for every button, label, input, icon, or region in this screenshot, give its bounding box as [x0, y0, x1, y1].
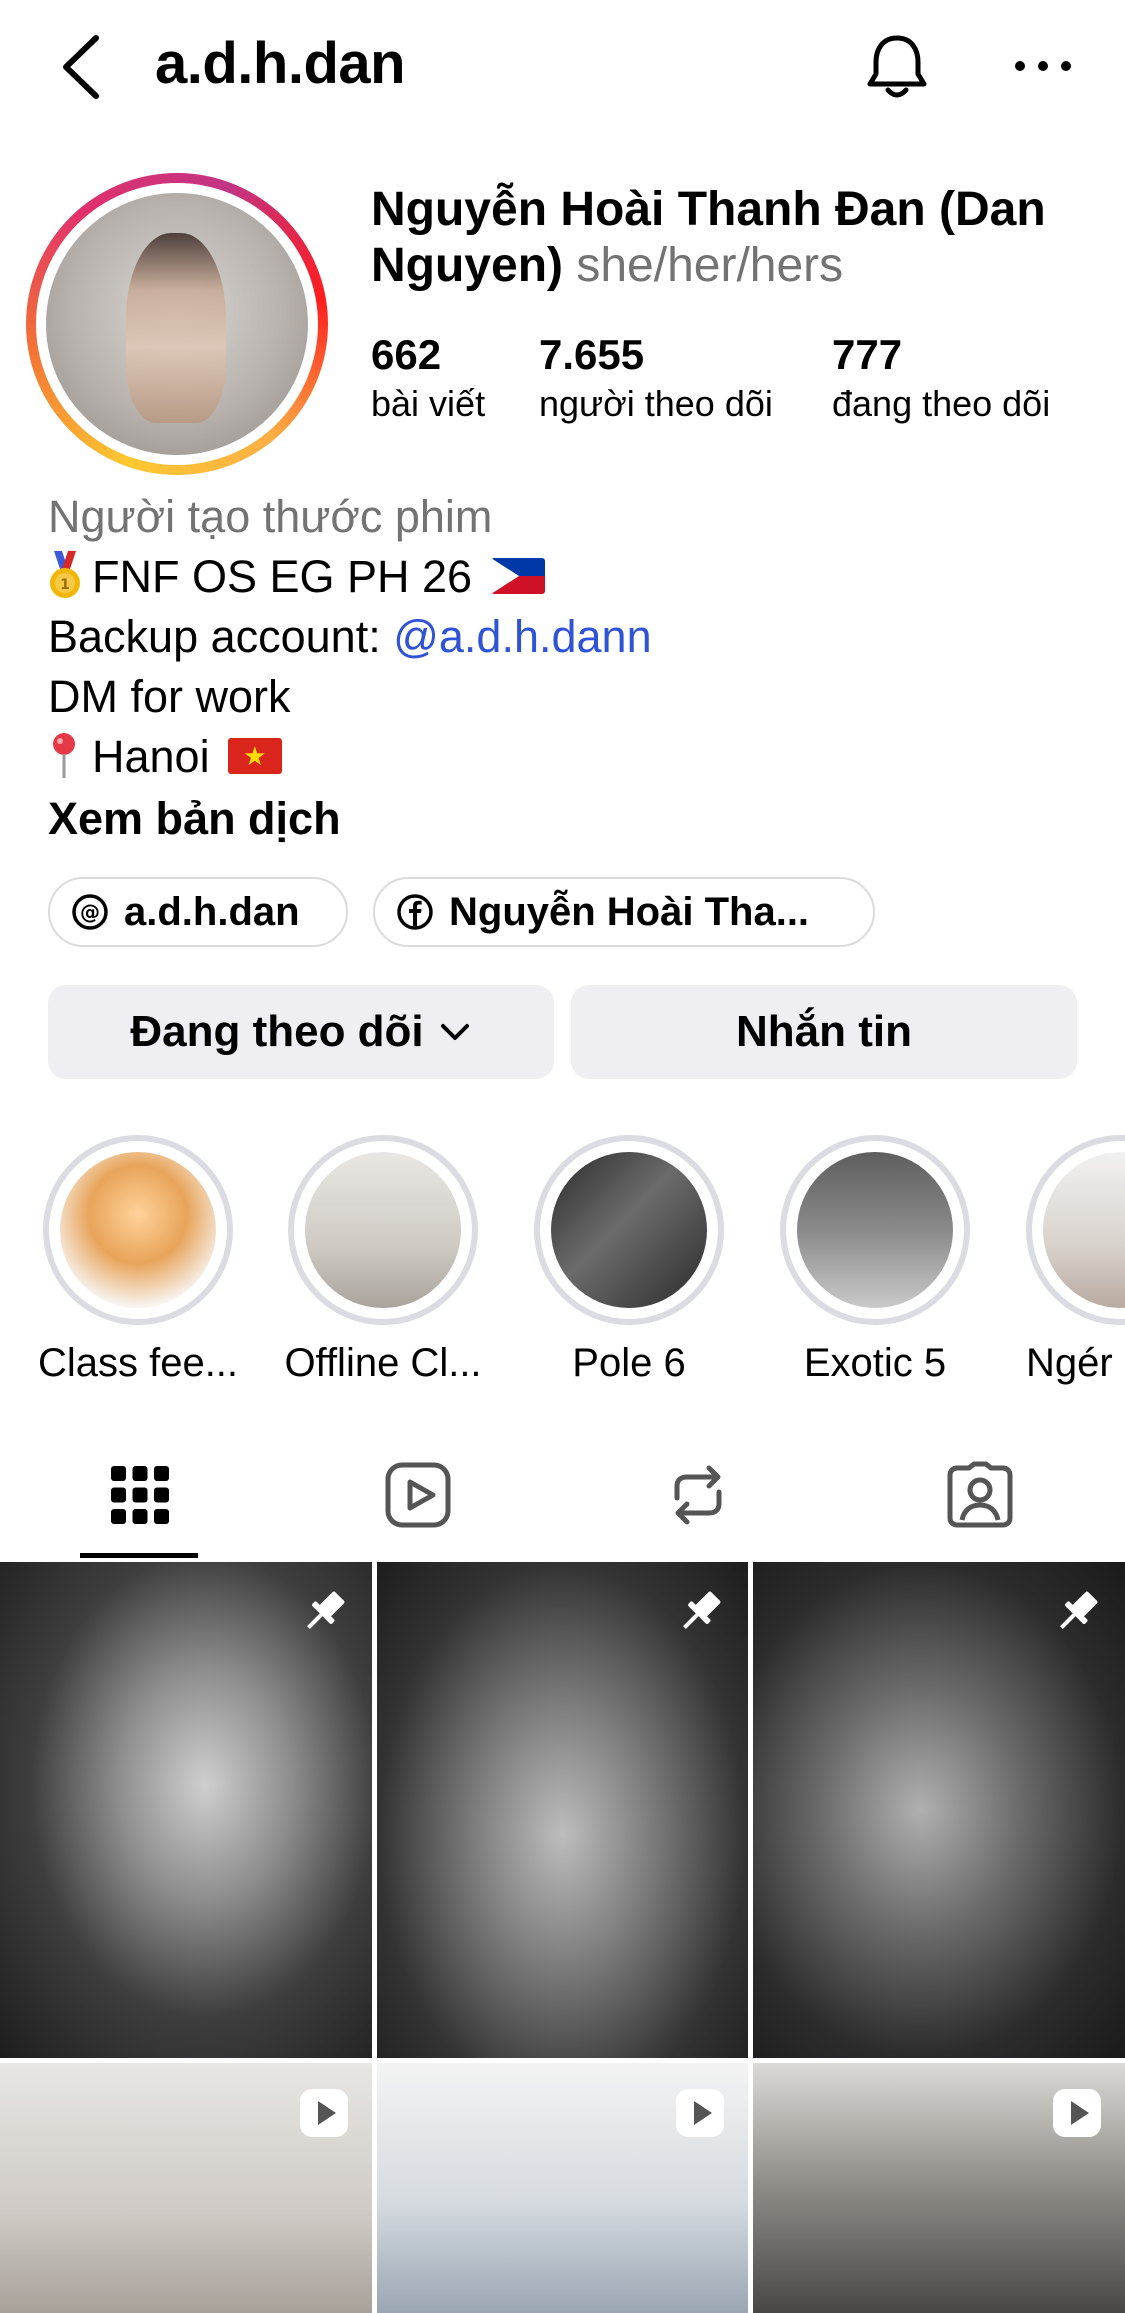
- facebook-link-label: Nguyễn Hoài Tha...: [449, 889, 810, 934]
- bio-line-3: DM for work: [48, 671, 291, 722]
- reels-icon[interactable]: [383, 1460, 453, 1530]
- highlight-item[interactable]: Class fee...: [38, 1135, 238, 1385]
- bell-icon[interactable]: [862, 30, 932, 102]
- profile-full-name: Nguyễn Hoài Thanh Đan (Dan Nguyen) she/h…: [371, 182, 1091, 294]
- stat-followers[interactable]: 7.655 người theo dõi: [539, 330, 773, 428]
- bio-line-4: Hanoi ★: [48, 727, 1088, 787]
- pin-icon: [1060, 1591, 1098, 1629]
- grid-icon[interactable]: [105, 1460, 175, 1530]
- post-thumbnail[interactable]: [753, 1562, 1125, 2058]
- highlight-label: Offline Cl...: [284, 1341, 482, 1385]
- threads-icon: @: [72, 894, 108, 930]
- stat-following[interactable]: 777 đang theo dõi: [832, 330, 1050, 428]
- svg-text:1: 1: [60, 577, 70, 593]
- highlight-item[interactable]: Pole 6: [534, 1135, 724, 1385]
- vietnam-flag-icon: ★: [228, 738, 283, 775]
- message-button-label: Nhắn tin: [736, 1007, 912, 1056]
- chevron-down-icon: [440, 1024, 469, 1040]
- bio-mention-link[interactable]: @a.d.h.dann: [393, 611, 651, 662]
- highlight-item[interactable]: Offline Cl...: [284, 1135, 482, 1385]
- highlight-label: Exotic 5: [803, 1341, 947, 1385]
- post-thumbnail[interactable]: [377, 1562, 748, 2058]
- profile-bio: Người tạo thước phim 1 FNF OS EG PH 26 B…: [48, 487, 1088, 849]
- profile-tabs: [0, 1440, 1125, 1560]
- tagged-icon[interactable]: [945, 1460, 1015, 1530]
- pronouns: she/her/hers: [576, 239, 844, 292]
- svg-text:@: @: [80, 900, 100, 924]
- profile-username: a.d.h.dan: [155, 31, 406, 96]
- location-pin-icon: [53, 733, 75, 779]
- stat-posts-label: bài viết: [371, 383, 486, 424]
- see-translation-link[interactable]: Xem bản dịch: [48, 789, 1088, 849]
- post-thumbnail[interactable]: [0, 1562, 372, 2058]
- top-bar: a.d.h.dan: [0, 0, 1125, 135]
- post-thumbnail[interactable]: [753, 2063, 1125, 2313]
- highlight-label: Class fee...: [37, 1341, 239, 1385]
- following-button-label: Đang theo dõi: [130, 1007, 424, 1056]
- stat-following-label: đang theo dõi: [832, 383, 1051, 424]
- pin-icon: [307, 1591, 345, 1629]
- stat-posts-value: 662: [371, 331, 442, 378]
- threads-link-chip[interactable]: @ a.d.h.dan: [48, 877, 348, 947]
- stat-followers-label: người theo dõi: [539, 383, 773, 424]
- highlight-label: Pole 6: [572, 1341, 686, 1385]
- active-tab-indicator: [80, 1553, 198, 1558]
- bio-line-1: 1 FNF OS EG PH 26: [48, 547, 1088, 607]
- more-options-icon[interactable]: [1010, 36, 1076, 96]
- reposts-icon[interactable]: [663, 1460, 733, 1530]
- bio-category: Người tạo thước phim: [48, 491, 493, 542]
- following-button[interactable]: Đang theo dõi: [48, 985, 554, 1079]
- facebook-link-chip[interactable]: Nguyễn Hoài Tha...: [373, 877, 875, 947]
- facebook-icon: [397, 894, 433, 930]
- post-thumbnail[interactable]: [0, 2063, 372, 2313]
- highlight-item[interactable]: Exotic 5: [780, 1135, 970, 1385]
- reel-play-icon: [300, 2089, 348, 2137]
- stat-following-value: 777: [832, 331, 903, 378]
- message-button[interactable]: Nhắn tin: [571, 985, 1077, 1079]
- profile-avatar[interactable]: [26, 173, 328, 475]
- highlight-label: Ngér n: [1026, 1341, 1125, 1385]
- back-arrow-icon[interactable]: [56, 32, 106, 102]
- avatar-photo: [46, 193, 308, 455]
- philippines-flag-icon: [490, 558, 545, 595]
- stat-followers-value: 7.655: [539, 331, 645, 378]
- medal-icon: 1: [50, 551, 80, 599]
- stat-posts[interactable]: 662 bài viết: [371, 330, 485, 428]
- pin-icon: [683, 1591, 721, 1629]
- highlight-item[interactable]: Ngér n: [1026, 1135, 1125, 1385]
- bio-line-2: Backup account: @a.d.h.dann: [48, 611, 652, 662]
- post-thumbnail[interactable]: [377, 2063, 748, 2313]
- reel-play-icon: [676, 2089, 724, 2137]
- threads-link-label: a.d.h.dan: [124, 889, 300, 934]
- reel-play-icon: [1053, 2089, 1101, 2137]
